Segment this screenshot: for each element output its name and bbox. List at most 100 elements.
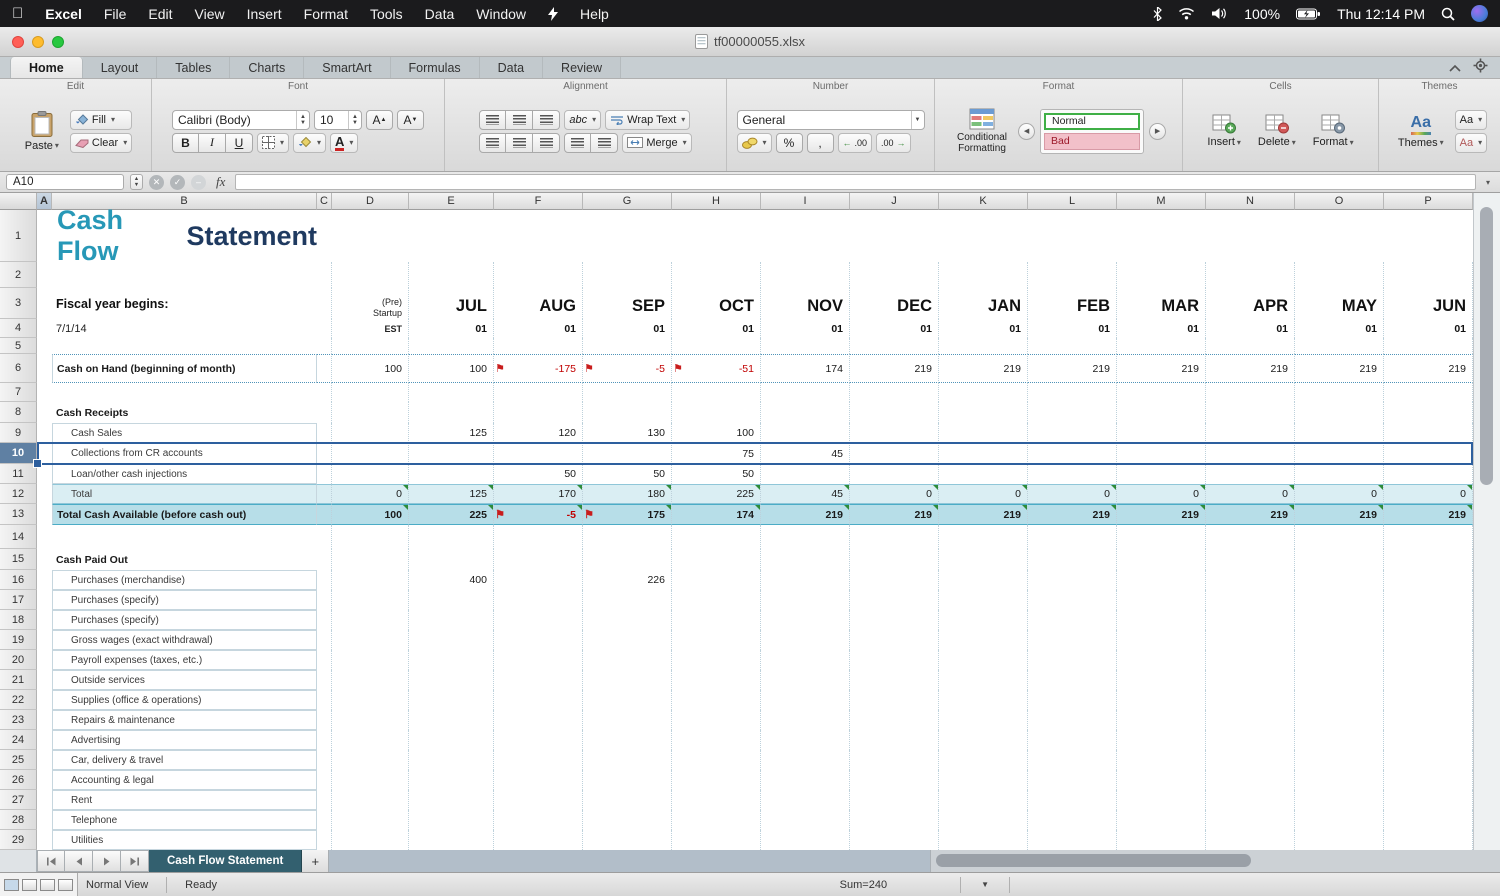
cell-P24[interactable] (1384, 730, 1473, 750)
cell-K17[interactable] (939, 590, 1028, 610)
cancel-entry-icon[interactable]: ✕ (149, 175, 164, 190)
cell-O23[interactable] (1295, 710, 1384, 730)
cell-C28[interactable] (317, 810, 332, 830)
cell-P8[interactable] (1384, 402, 1473, 423)
styles-gallery-next-icon[interactable]: ▶ (1149, 123, 1166, 140)
vertical-scrollbar[interactable] (1473, 193, 1500, 850)
cell-F4[interactable]: 01 (494, 319, 583, 338)
tab-charts[interactable]: Charts (230, 57, 304, 78)
cell-B4[interactable]: 7/1/14 (52, 319, 317, 338)
cell-O28[interactable] (1295, 810, 1384, 830)
cell-B11[interactable]: Loan/other cash injections (52, 464, 317, 484)
cell-F3[interactable]: AUG (494, 288, 583, 319)
cell-A9[interactable] (37, 423, 52, 443)
minimize-window-icon[interactable] (32, 36, 44, 48)
number-format-combo[interactable]: General ▼ (737, 110, 925, 130)
cell-B6[interactable]: Cash on Hand (beginning of month) (52, 354, 317, 383)
cell-M16[interactable] (1117, 570, 1206, 590)
custom-view-icon[interactable] (58, 879, 73, 891)
menubar-item-edit[interactable]: Edit (148, 6, 172, 22)
cell-G11[interactable]: 50 (583, 464, 672, 484)
cell-M6[interactable]: 219 (1117, 354, 1206, 383)
font-size-stepper-icon[interactable]: ▲▼ (348, 111, 361, 129)
cell-L4[interactable]: 01 (1028, 319, 1117, 338)
tab-smartart[interactable]: SmartArt (304, 57, 390, 78)
cell-O27[interactable] (1295, 790, 1384, 810)
cell-B21[interactable]: Outside services (52, 670, 317, 690)
cell-O14[interactable] (1295, 525, 1384, 549)
cell-K15[interactable] (939, 549, 1028, 570)
cell-D22[interactable] (332, 690, 409, 710)
cell-A4[interactable] (37, 319, 52, 338)
cell-D28[interactable] (332, 810, 409, 830)
cell-D27[interactable] (332, 790, 409, 810)
cell-I4[interactable]: 01 (761, 319, 850, 338)
cell-G4[interactable]: 01 (583, 319, 672, 338)
cell-H12[interactable]: 225 (672, 484, 761, 504)
column-header-N[interactable]: N (1206, 193, 1295, 210)
cell-M12[interactable]: 0 (1117, 484, 1206, 504)
cell-J25[interactable] (850, 750, 939, 770)
cell-I27[interactable] (761, 790, 850, 810)
cell-I28[interactable] (761, 810, 850, 830)
apple-menu-icon[interactable]:  (12, 5, 23, 22)
cell-J5[interactable] (850, 338, 939, 354)
cell-F24[interactable] (494, 730, 583, 750)
cell-G7[interactable] (583, 383, 672, 402)
cell-D25[interactable] (332, 750, 409, 770)
cell-A20[interactable] (37, 650, 52, 670)
fill-color-button[interactable]: ▾ (293, 133, 326, 153)
cell-B16[interactable]: Purchases (merchandise) (52, 570, 317, 590)
row-header-23[interactable]: 23 (0, 710, 37, 730)
formula-bar-expand-icon[interactable]: ▾ (1482, 178, 1494, 187)
cell-G10[interactable] (583, 443, 672, 464)
cell-H23[interactable] (672, 710, 761, 730)
cell-I16[interactable] (761, 570, 850, 590)
cell-I11[interactable] (761, 464, 850, 484)
cell-O9[interactable] (1295, 423, 1384, 443)
bold-button[interactable]: B (172, 133, 199, 153)
cell-F22[interactable] (494, 690, 583, 710)
cell-B28[interactable]: Telephone (52, 810, 317, 830)
cell-O22[interactable] (1295, 690, 1384, 710)
cell-E13[interactable]: 225⚑ (409, 504, 494, 525)
cell-I29[interactable] (761, 830, 850, 850)
cell-O6[interactable]: 219 (1295, 354, 1384, 383)
cell-M7[interactable] (1117, 383, 1206, 402)
wrap-text-button[interactable]: Wrap Text▾ (605, 110, 690, 130)
cell-A19[interactable] (37, 630, 52, 650)
cell-A1[interactable] (37, 210, 52, 262)
cell-M9[interactable] (1117, 423, 1206, 443)
cell-C18[interactable] (317, 610, 332, 630)
cell-B1[interactable]: Cash FlowStatement (52, 210, 317, 262)
cell-P25[interactable] (1384, 750, 1473, 770)
zoom-window-icon[interactable] (52, 36, 64, 48)
cell-A23[interactable] (37, 710, 52, 730)
cell-O8[interactable] (1295, 402, 1384, 423)
cell-E11[interactable] (409, 464, 494, 484)
cell-A14[interactable] (37, 525, 52, 549)
cell-M28[interactable] (1117, 810, 1206, 830)
column-header-O[interactable]: O (1295, 193, 1384, 210)
cell-P9[interactable] (1384, 423, 1473, 443)
cell-G28[interactable] (583, 810, 672, 830)
cell-J22[interactable] (850, 690, 939, 710)
cell-F17[interactable] (494, 590, 583, 610)
cell-N12[interactable]: 0 (1206, 484, 1295, 504)
name-box-stepper-icon[interactable]: ▲▼ (130, 174, 143, 190)
decrease-indent-button[interactable] (564, 133, 591, 153)
cell-A13[interactable] (37, 504, 52, 525)
cell-L9[interactable] (1028, 423, 1117, 443)
increase-decimal-button[interactable]: ←.00 (838, 133, 873, 153)
delete-cells-button[interactable]: Delete▾ (1252, 112, 1302, 150)
cell-C5[interactable] (317, 338, 332, 354)
cell-H3[interactable]: OCT (672, 288, 761, 319)
cell-L11[interactable] (1028, 464, 1117, 484)
font-name-stepper-icon[interactable]: ▲▼ (296, 111, 309, 129)
cell-C20[interactable] (317, 650, 332, 670)
cell-H10[interactable]: 75 (672, 443, 761, 464)
cell-P21[interactable] (1384, 670, 1473, 690)
cell-F16[interactable] (494, 570, 583, 590)
cell-J20[interactable] (850, 650, 939, 670)
theme-fonts-button[interactable]: Aa▾ (1455, 110, 1487, 130)
